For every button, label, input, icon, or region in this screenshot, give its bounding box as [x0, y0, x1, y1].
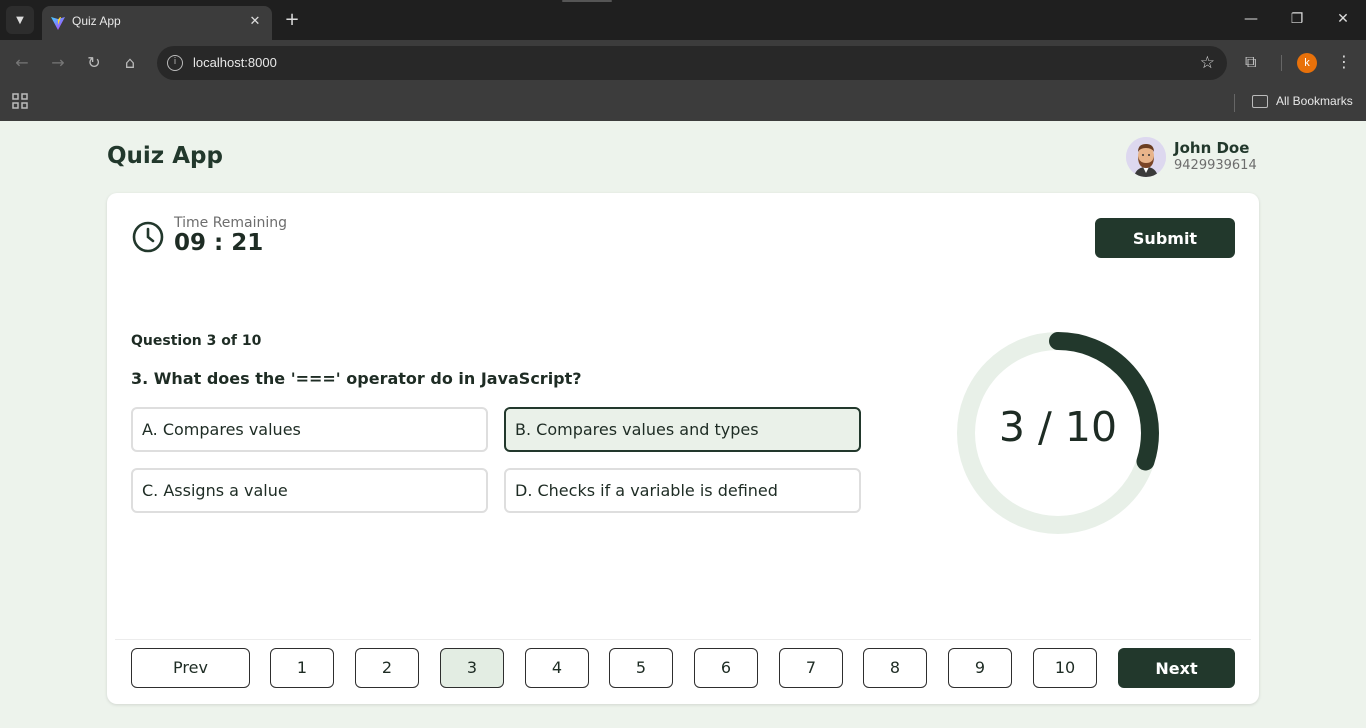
option-c[interactable]: C. Assigns a value	[131, 468, 488, 513]
toolbar-divider	[1281, 55, 1282, 71]
time-remaining-label: Time Remaining	[174, 215, 288, 231]
page-button-3[interactable]: 3	[440, 648, 504, 688]
submit-button[interactable]: Submit	[1095, 218, 1235, 258]
page-button-6[interactable]: 6	[694, 648, 758, 688]
forward-arrow-icon[interactable]: →	[46, 51, 70, 75]
minimize-icon[interactable]: —	[1240, 8, 1262, 30]
footer-divider	[115, 639, 1251, 640]
app-title: Quiz App	[107, 143, 223, 169]
timer-value: 09 : 21	[174, 230, 264, 256]
vite-favicon-icon	[51, 17, 65, 30]
bookmark-star-icon[interactable]: ☆	[1200, 53, 1215, 73]
reload-icon[interactable]: ↻	[82, 51, 106, 75]
url-text[interactable]: localhost:8000	[193, 55, 277, 70]
page-button-2[interactable]: 2	[355, 648, 419, 688]
all-bookmarks-link[interactable]: All Bookmarks	[1276, 94, 1353, 108]
profile-avatar[interactable]: k	[1297, 53, 1317, 73]
apps-grid-icon[interactable]	[12, 93, 28, 109]
browser-tab-bar: ▼ Quiz App ✕ + — ❐ ✕	[0, 0, 1366, 40]
address-bar[interactable]: i localhost:8000 ☆	[157, 46, 1227, 80]
home-icon[interactable]: ⌂	[118, 51, 142, 75]
user-phone: 9429939614	[1174, 158, 1257, 173]
browser-toolbar: ← → ↻ ⌂ i localhost:8000 ☆	[0, 40, 1366, 86]
option-d[interactable]: D. Checks if a variable is defined	[504, 468, 861, 513]
clock-icon	[132, 221, 164, 253]
tab-title: Quiz App	[72, 14, 121, 28]
bookmarks-divider	[1234, 94, 1235, 112]
prev-button[interactable]: Prev	[131, 648, 250, 688]
page-button-5[interactable]: 5	[609, 648, 673, 688]
tab-strip-indicator	[562, 0, 612, 2]
question-text: 3. What does the '===' operator do in Ja…	[131, 369, 582, 388]
browser-tab[interactable]: Quiz App ✕	[42, 6, 272, 40]
progress-label: 3 / 10	[998, 403, 1118, 451]
page-button-8[interactable]: 8	[863, 648, 927, 688]
new-tab-plus-icon[interactable]: +	[282, 10, 302, 30]
option-a[interactable]: A. Compares values	[131, 407, 488, 452]
page-button-9[interactable]: 9	[948, 648, 1012, 688]
next-button[interactable]: Next	[1118, 648, 1235, 688]
page-button-4[interactable]: 4	[525, 648, 589, 688]
restore-icon[interactable]: ❐	[1286, 8, 1308, 30]
page-button-7[interactable]: 7	[779, 648, 843, 688]
bearded-man-avatar-icon	[1126, 137, 1166, 177]
extensions-puzzle-icon[interactable]: ⧉	[1245, 52, 1265, 72]
user-avatar	[1126, 137, 1166, 177]
page-button-10[interactable]: 10	[1033, 648, 1097, 688]
question-counter: Question 3 of 10	[131, 333, 262, 349]
tab-search-chevron-icon[interactable]: ▼	[6, 6, 34, 34]
browser-menu-icon[interactable]: ⋮	[1336, 52, 1352, 71]
bookmarks-bar: All Bookmarks	[0, 86, 1366, 121]
user-name: John Doe	[1174, 139, 1250, 157]
option-b[interactable]: B. Compares values and types	[504, 407, 861, 452]
close-tab-icon[interactable]: ✕	[246, 13, 264, 31]
page-button-1[interactable]: 1	[270, 648, 334, 688]
quiz-card: Time Remaining 09 : 21 Submit Question 3…	[107, 193, 1259, 704]
back-arrow-icon[interactable]: ←	[10, 51, 34, 75]
close-window-icon[interactable]: ✕	[1332, 8, 1354, 30]
folder-icon[interactable]	[1252, 95, 1268, 108]
site-info-icon[interactable]: i	[167, 55, 183, 71]
